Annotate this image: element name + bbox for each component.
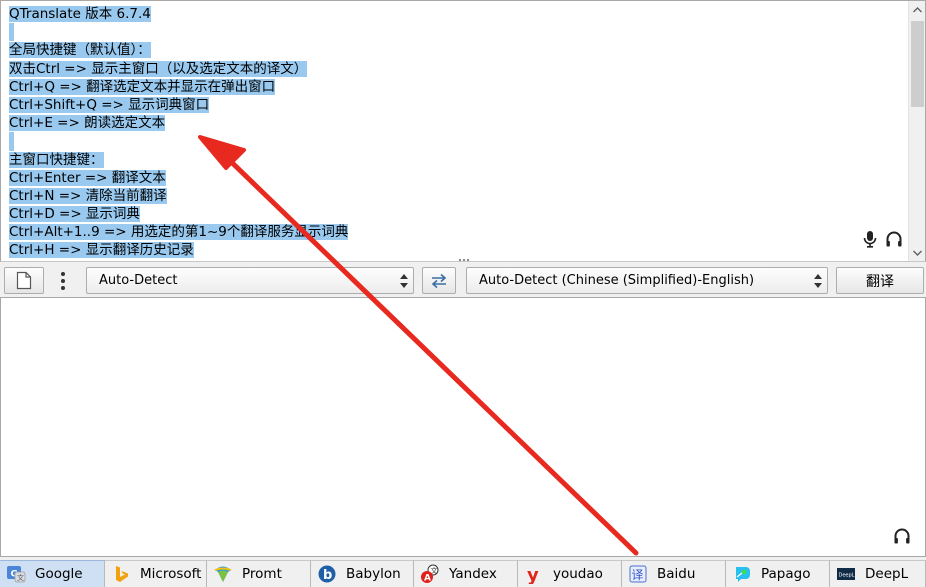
source-text-line: Ctrl+N => 清除当前翻译 <box>9 187 907 205</box>
new-document-icon <box>16 271 32 290</box>
source-text-area[interactable]: QTranslate 版本 6.7.4 全局快捷键（默认值）： 双击Ctrl => … <box>0 0 926 262</box>
translation-service-tabs: G 文 Google Microsoft Promt b Babylon 文 A Yandex y y… <box>0 560 926 587</box>
new-document-button[interactable] <box>4 267 44 294</box>
source-scrollbar[interactable] <box>908 1 925 261</box>
service-tab-label: Papago <box>761 566 811 582</box>
source-line-text: Ctrl+D => 显示词典 <box>9 206 140 223</box>
source-line-text: Ctrl+N => 清除当前翻译 <box>9 187 167 204</box>
svg-text:b: b <box>323 568 332 583</box>
source-text-line: Ctrl+H => 显示翻译历史记录 <box>9 241 907 259</box>
youdao-icon: y <box>524 564 544 584</box>
spinner-arrows-icon <box>400 274 408 288</box>
source-line-text: Ctrl+Alt+1..9 => 用选定的第1~9个翻译服务显示词典 <box>9 224 349 241</box>
yandex-icon: 文A <box>420 564 440 584</box>
scrollbar-thumb[interactable] <box>911 21 924 107</box>
service-tab-deepl[interactable]: DeepL DeepL <box>830 560 926 587</box>
svg-text:文: 文 <box>17 573 24 582</box>
google-icon: G文 <box>6 564 26 584</box>
babylon-icon: b <box>317 564 337 584</box>
microphone-icon[interactable] <box>863 230 877 252</box>
source-text-line: 全局快捷键（默认值）： <box>9 41 907 59</box>
service-tab-label: DeepL <box>865 566 909 582</box>
baidu-icon: 译 <box>628 564 648 584</box>
service-tab-label: Microsoft <box>140 566 202 582</box>
more-options-icon[interactable] <box>56 271 70 291</box>
service-tab-label: Google <box>35 566 83 582</box>
source-language-value: Auto-Detect <box>99 273 178 288</box>
target-language-select[interactable]: Auto-Detect (Chinese (Simplified)-Englis… <box>466 267 828 294</box>
source-line-text <box>9 23 14 42</box>
headphones-icon[interactable] <box>885 230 903 252</box>
source-line-text: 主窗口快捷键： <box>9 151 104 168</box>
source-line-text: Ctrl+Enter => 翻译文本 <box>9 169 166 186</box>
papago-icon <box>732 564 752 584</box>
service-tab-promt[interactable]: Promt <box>207 560 311 587</box>
service-tab-label: Yandex <box>449 566 497 582</box>
service-tab-microsoft[interactable]: Microsoft <box>105 560 207 587</box>
svg-text:DeepL: DeepL <box>839 573 855 579</box>
service-tab-papago[interactable]: Papago <box>726 560 830 587</box>
source-line-text: Ctrl+Shift+Q => 显示词典窗口 <box>9 96 210 113</box>
source-line-text: 双击Ctrl => 显示主窗口（以及选定文本的译文） <box>9 60 308 77</box>
source-line-text: 全局快捷键（默认值）： <box>9 42 151 59</box>
scroll-up-arrow-icon[interactable] <box>909 1 925 18</box>
translation-result-area[interactable] <box>0 297 926 557</box>
swap-arrows-icon <box>431 273 447 288</box>
source-text-line: 双击Ctrl => 显示主窗口（以及选定文本的译文） <box>9 60 907 78</box>
source-text-line <box>9 23 907 42</box>
service-tab-babylon[interactable]: b Babylon <box>311 560 414 587</box>
source-text-line: Ctrl+Alt+1..9 => 用选定的第1~9个翻译服务显示词典 <box>9 223 907 241</box>
scroll-down-arrow-icon[interactable] <box>909 244 925 261</box>
source-text[interactable]: QTranslate 版本 6.7.4 全局快捷键（默认值）： 双击Ctrl => … <box>9 5 907 259</box>
svg-text:译: 译 <box>632 568 644 582</box>
service-tab-label: youdao <box>553 566 603 582</box>
microsoft-bing-icon <box>111 564 131 584</box>
source-line-text: QTranslate 版本 6.7.4 <box>9 6 151 22</box>
source-text-line: Ctrl+D => 显示词典 <box>9 205 907 223</box>
source-audio-controls <box>863 230 903 252</box>
source-text-line: QTranslate 版本 6.7.4 <box>9 5 907 23</box>
source-text-line: Ctrl+Shift+Q => 显示词典窗口 <box>9 96 907 114</box>
translate-button[interactable]: 翻译 <box>836 267 924 294</box>
service-tab-google[interactable]: G 文 Google <box>0 560 105 587</box>
deepl-icon: DeepL <box>836 564 856 584</box>
service-tab-label: Promt <box>242 566 282 582</box>
service-tab-baidu[interactable]: 译 Baidu <box>622 560 726 587</box>
source-text-line <box>9 132 907 151</box>
source-text-line: Ctrl+Q => 翻译选定文本并显示在弹出窗口 <box>9 78 907 96</box>
service-tab-label: Babylon <box>346 566 401 582</box>
target-language-value: Auto-Detect (Chinese (Simplified)-Englis… <box>479 273 755 288</box>
svg-text:A: A <box>424 574 431 584</box>
service-tab-label: Baidu <box>657 566 696 582</box>
translate-button-label: 翻译 <box>866 273 894 290</box>
source-line-text: Ctrl+H => 显示翻译历史记录 <box>9 242 194 259</box>
service-tab-yandex[interactable]: 文 A Yandex <box>414 560 518 587</box>
toolbar: Auto-Detect Auto-Detect (Chinese (Simpli… <box>0 265 926 297</box>
swap-languages-button[interactable] <box>422 267 456 294</box>
source-text-line: Ctrl+E => 朗读选定文本 <box>9 114 907 132</box>
result-audio-controls <box>893 527 911 549</box>
promt-icon <box>213 564 233 584</box>
service-tab-youdao[interactable]: y youdao <box>518 560 622 587</box>
source-language-select[interactable]: Auto-Detect <box>86 267 414 294</box>
svg-text:y: y <box>527 565 539 584</box>
headphones-icon[interactable] <box>893 527 911 549</box>
source-line-text: Ctrl+E => 朗读选定文本 <box>9 115 166 132</box>
spinner-arrows-icon <box>814 274 822 288</box>
source-line-text <box>9 132 14 151</box>
source-text-line: Ctrl+Enter => 翻译文本 <box>9 169 907 187</box>
source-text-line: 主窗口快捷键： <box>9 151 907 169</box>
source-line-text: Ctrl+Q => 翻译选定文本并显示在弹出窗口 <box>9 78 276 95</box>
